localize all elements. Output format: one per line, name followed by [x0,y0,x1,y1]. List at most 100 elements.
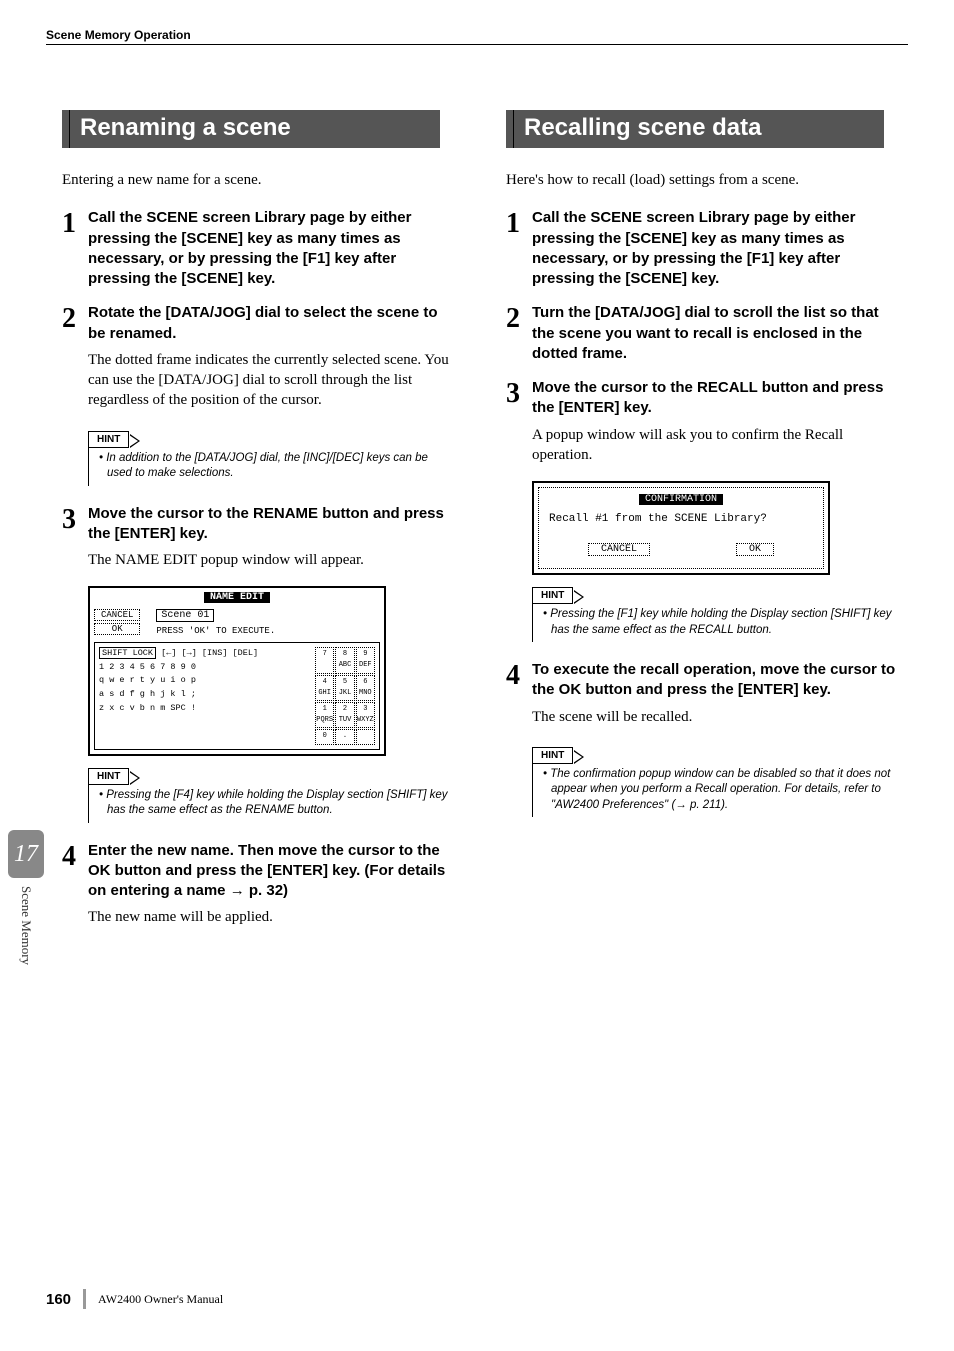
right-column: Recalling scene data Here's how to recal… [506,110,902,944]
ok-button[interactable]: OK [94,623,140,635]
pad-8[interactable]: 8 ABC [335,647,354,673]
pad-dot[interactable]: . [335,729,354,744]
step-title: Move the cursor to the RENAME button and… [88,504,458,545]
numpad[interactable]: 7 8 ABC 9 DEF 4 GHI 5 JKL 6 MNO 1 PQRS 2… [315,647,375,744]
step-content: Move the cursor to the RECALL button and… [532,378,902,473]
hint-2-left: HINT • Pressing the [F4] key while holdi… [88,766,458,823]
step-title: Move the cursor to the RECALL button and… [532,378,902,419]
step-number: 3 [62,504,88,579]
step-content: Enter the new name. Then move the cursor… [88,841,458,936]
press-ok-text: PRESS 'OK' TO EXECUTE. [156,626,380,636]
hint-label: HINT [532,747,573,764]
heading-bar [506,110,514,148]
chapter-label: Scene Memory [18,886,34,965]
pad-1[interactable]: 1 PQRS [315,702,334,728]
step-title: Call the SCENE screen Library page by ei… [88,208,458,289]
step-number: 2 [62,303,88,418]
hint-text: • The confirmation popup window can be d… [543,767,898,814]
hint-2-right: HINT • The confirmation popup window can… [532,745,902,818]
hint-label: HINT [88,431,129,448]
heading-recalling: Recalling scene data [506,110,902,148]
name-edit-title: NAME EDIT [204,592,270,603]
intro-right: Here's how to recall (load) settings fro… [506,170,902,190]
heading-title: Recalling scene data [514,110,902,148]
step-title: Call the SCENE screen Library page by ei… [532,208,902,289]
step-content: Turn the [DATA/JOG] dial to scroll the l… [532,303,902,370]
left-column: Renaming a scene Entering a new name for… [62,110,458,944]
step-title: Turn the [DATA/JOG] dial to scroll the l… [532,303,902,364]
heading-bar [62,110,70,148]
pad-0[interactable]: 0 [315,729,334,744]
page-number: 160 [46,1291,71,1308]
step-1-right: 1 Call the SCENE screen Library page by … [506,208,902,295]
footer: 160 AW2400 Owner's Manual [46,1289,223,1309]
hint-text: • In addition to the [DATA/JOG] dial, th… [99,451,454,482]
step-number: 3 [506,378,532,473]
hint-body: • Pressing the [F1] key while holding th… [532,603,902,642]
confirmation-screenshot: CONFIRMATION Recall #1 from the SCENE Li… [532,481,902,575]
hint-body: • Pressing the [F4] key while holding th… [88,784,458,823]
kb-edit-row: [←] [→] [INS] [DEL] [161,648,258,658]
scene-name-field[interactable]: Scene 01 [156,609,214,622]
kb-z-row[interactable]: z x c v b n m SPC ! [99,702,307,716]
step-3-left: 3 Move the cursor to the RENAME button a… [62,504,458,579]
heading-title: Renaming a scene [70,110,458,148]
ok-button[interactable]: OK [736,543,774,556]
heading-renaming: Renaming a scene [62,110,458,148]
hint-label: HINT [532,587,573,604]
step-2-left: 2 Rotate the [DATA/JOG] dial to select t… [62,303,458,418]
kb-num-row[interactable]: 1 2 3 4 5 6 7 8 9 0 [99,661,307,675]
step-body: The new name will be applied. [88,907,458,927]
step-content: Call the SCENE screen Library page by ei… [88,208,458,295]
hint-1-left: HINT • In addition to the [DATA/JOG] dia… [88,429,458,486]
step-title: To execute the recall operation, move th… [532,660,902,701]
shift-lock-button[interactable]: SHIFT LOCK [99,647,156,659]
step-number: 2 [506,303,532,370]
confirmation-title: CONFIRMATION [639,494,723,505]
pad-6[interactable]: 6 MNO [356,675,375,701]
hint-1-right: HINT • Pressing the [F1] key while holdi… [532,585,902,642]
step-number: 4 [506,660,532,735]
step-1-left: 1 Call the SCENE screen Library page by … [62,208,458,295]
step-4-right: 4 To execute the recall operation, move … [506,660,902,735]
step-body: The dotted frame indicates the currently… [88,350,458,411]
pad-7[interactable]: 7 [315,647,334,673]
pad-3[interactable]: 3 WXYZ [356,702,375,728]
running-header: Scene Memory Operation [46,28,191,42]
pad-4[interactable]: 4 GHI [315,675,334,701]
pad-2[interactable]: 2 TUV [335,702,354,728]
step-content: Rotate the [DATA/JOG] dial to select the… [88,303,458,418]
confirmation-message: Recall #1 from the SCENE Library? [549,513,813,525]
pad-5[interactable]: 5 JKL [335,675,354,701]
step-2-right: 2 Turn the [DATA/JOG] dial to scroll the… [506,303,902,370]
header-rule [46,44,908,45]
step-body: The NAME EDIT popup window will appear. [88,550,458,570]
step-4-left: 4 Enter the new name. Then move the curs… [62,841,458,936]
footer-bar [83,1289,86,1309]
step-body: A popup window will ask you to confirm t… [532,425,902,466]
cancel-button[interactable]: CANCEL [588,543,650,556]
intro-left: Entering a new name for a scene. [62,170,458,190]
step-number: 4 [62,841,88,936]
manual-title: AW2400 Owner's Manual [98,1292,223,1307]
step-title: Rotate the [DATA/JOG] dial to select the… [88,303,458,344]
step-title: Enter the new name. Then move the cursor… [88,841,458,902]
pad-9[interactable]: 9 DEF [356,647,375,673]
hint-body: • The confirmation popup window can be d… [532,763,902,818]
step-3-right: 3 Move the cursor to the RECALL button a… [506,378,902,473]
step-content: Call the SCENE screen Library page by ei… [532,208,902,295]
step-body: The scene will be recalled. [532,707,902,727]
step-number: 1 [506,208,532,295]
cancel-button[interactable]: CANCEL [94,609,140,621]
name-edit-screenshot: NAME EDIT CANCEL OK Scene 01 PRESS 'OK' … [88,586,458,755]
keyboard-area: SHIFT LOCK [←] [→] [INS] [DEL] 1 2 3 4 5… [94,642,380,749]
hint-label: HINT [88,768,129,785]
hint-text: • Pressing the [F1] key while holding th… [543,607,898,638]
chapter-number: 17 [8,830,44,878]
step-number: 1 [62,208,88,295]
step-content: To execute the recall operation, move th… [532,660,902,735]
kb-a-row[interactable]: a s d f g h j k l ; [99,688,307,702]
side-tab: 17 Scene Memory [8,830,44,965]
kb-q-row[interactable]: q w e r t y u i o p [99,674,307,688]
content-columns: Renaming a scene Entering a new name for… [62,110,908,944]
